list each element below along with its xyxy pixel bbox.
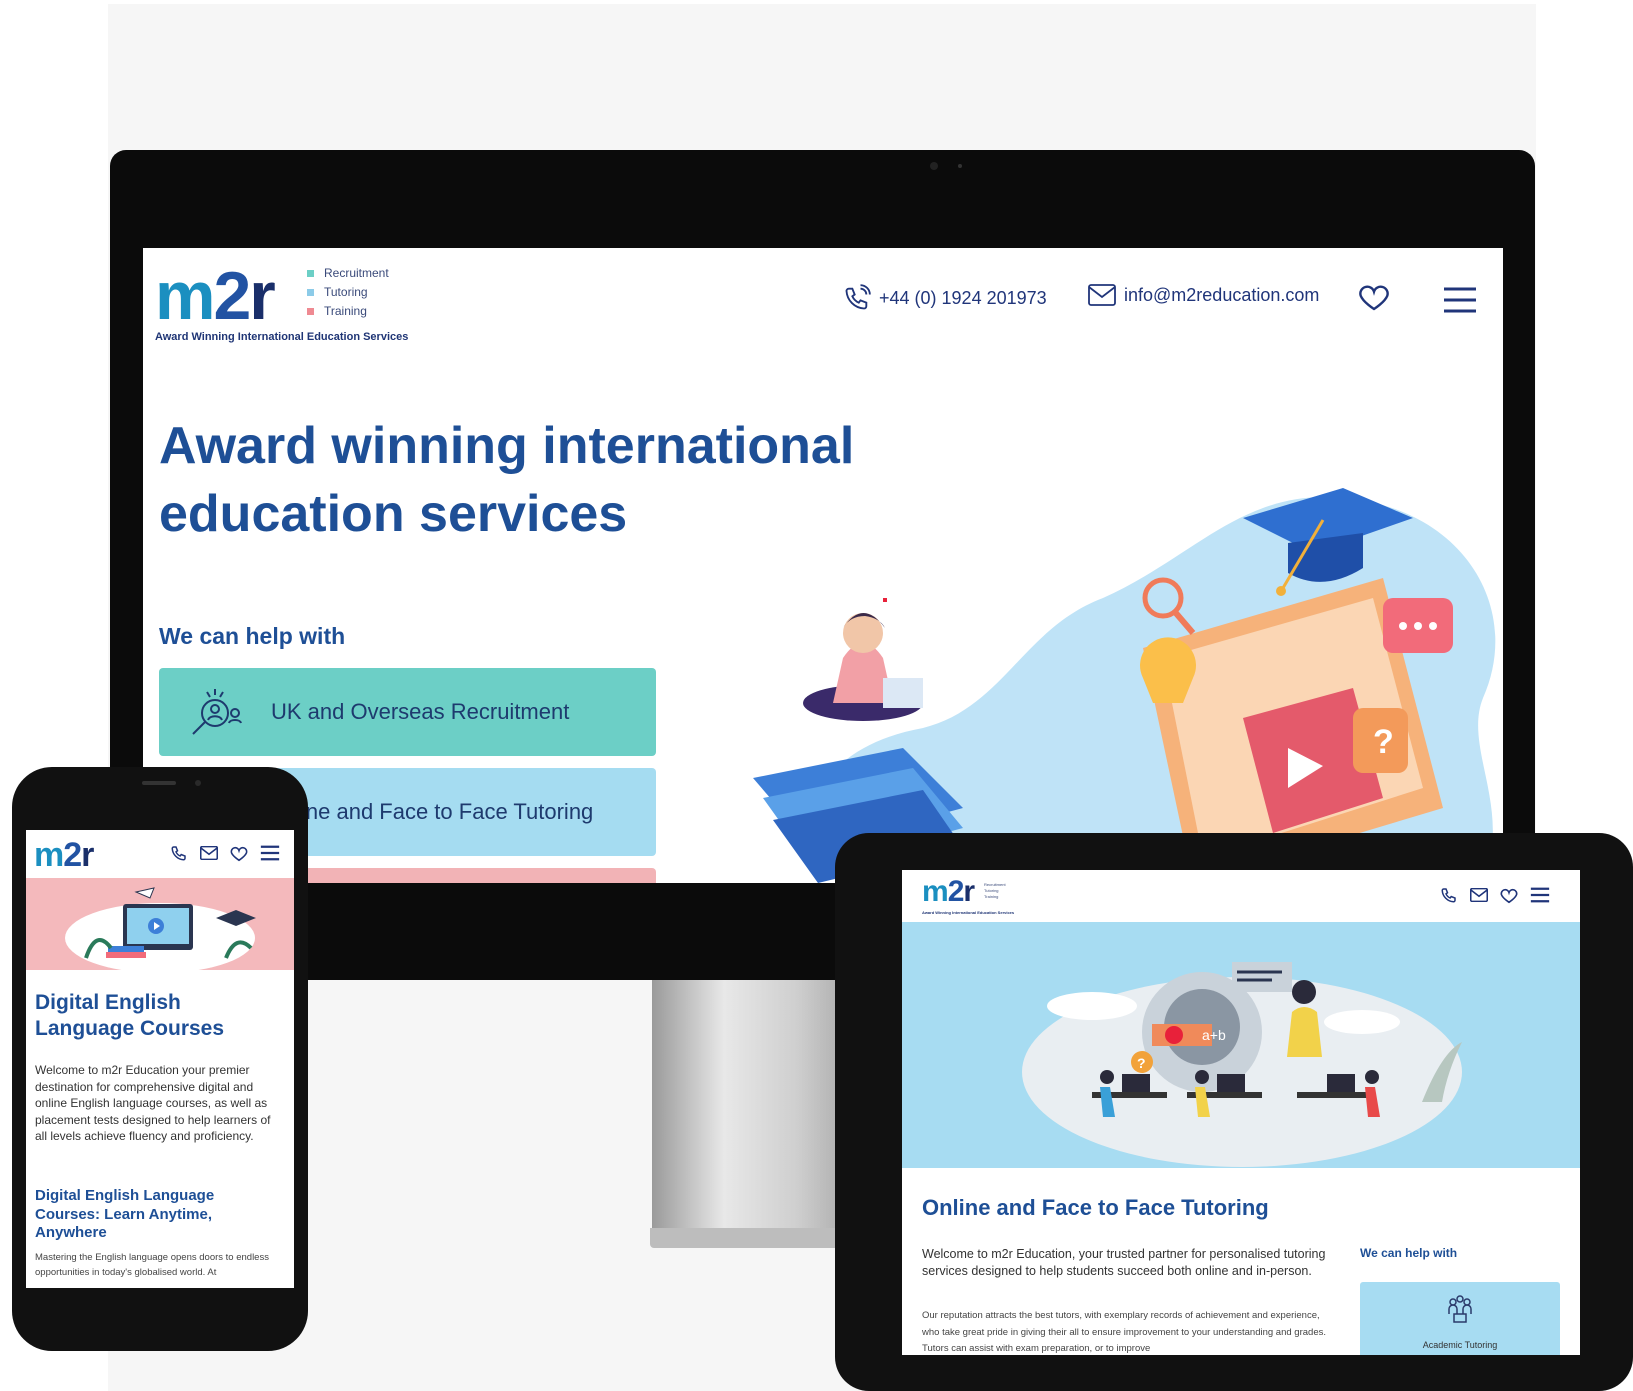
webcam [930,162,938,170]
tutoring-illustration: a+b ? [1022,962,1462,1167]
tagline-training: Training [324,304,367,318]
tablet-logo[interactable]: m2r Recruitment Tutoring Training Award … [922,875,1014,916]
header-phone-link[interactable]: +44 (0) 1924 201973 [843,284,1047,312]
phone-subtitle: Digital English Language Courses: Learn … [35,1187,215,1241]
svg-text:a+b: a+b [1202,1027,1226,1043]
svg-text:?: ? [1373,723,1394,761]
phone-intro-text: Welcome to m2r Education your premier de… [35,1063,271,1143]
service-recruitment-button[interactable]: UK and Overseas Recruitment [159,668,656,756]
tablet-page-title: Online and Face to Face Tutoring [922,1195,1269,1220]
tablet-body-text: Our reputation attracts the best tutors,… [922,1310,1326,1354]
phone-logo-m: m [34,836,64,874]
tag-bullet-teal [307,270,314,278]
academic-tutoring-label: Academic Tutoring [1422,1340,1498,1350]
group-tutoring-icon [1448,1295,1472,1323]
heart-icon[interactable] [230,845,248,862]
tablet-logo-wordmark: m2r [922,875,975,908]
tag-bullet-pink [307,308,314,316]
logo-r: r [249,258,276,334]
logo-wordmark: m2r [155,258,276,334]
service-recruitment-label: UK and Overseas Recruitment [271,699,570,724]
tablet-logo-m: m [922,875,949,908]
header-email-link[interactable]: info@m2reducation.com [1088,284,1319,306]
logo-2: 2 [213,258,251,334]
heart-icon[interactable] [1500,887,1518,904]
education-illustration: ? [753,488,1503,883]
service-tutoring-label: ine and Face to Face Tutoring [301,799,594,824]
tagline-tutoring: Tutoring [324,285,368,299]
phone-camera [195,780,201,786]
email-address: info@m2reducation.com [1124,284,1320,305]
tablet-logo-2: 2 [947,875,965,908]
tag-bullet-blue [307,289,314,297]
hamburger-menu-icon[interactable] [260,845,280,861]
tablet-tagline-training: Training [984,894,999,899]
heart-icon [1359,285,1389,311]
site-logo[interactable]: m2r Recruitment Tutoring Training Award … [155,258,455,343]
phone-screen: m2r Digital English Language Courses Wel… [26,830,294,1288]
phone-logo-2: 2 [63,836,82,874]
phone-banner [26,878,294,973]
phone-body-text: Mastering the English language opens doo… [35,1252,269,1278]
tablet-logo-taglines: Recruitment Tutoring Training [984,882,1006,900]
tablet-screen: m2r Recruitment Tutoring Training Award … [902,870,1580,1355]
tablet-header-icons [1440,886,1550,904]
desktop-screen: m2r Recruitment Tutoring Training Award … [143,248,1503,883]
phone-header-icons [170,844,280,862]
menu-button[interactable] [1443,286,1477,319]
tablet-logo-r: r [963,875,975,908]
academic-tutoring-card[interactable]: Academic Tutoring [1360,1282,1560,1355]
phone-icon[interactable] [170,844,188,862]
digital-courses-illustration [65,887,256,973]
phone-number: +44 (0) 1924 201973 [879,287,1047,308]
logo-m: m [155,258,215,334]
envelope-icon[interactable] [200,846,218,860]
envelope-icon[interactable] [1470,888,1488,902]
recruitment-search-icon [192,689,242,735]
hamburger-menu-icon [1444,287,1476,313]
favourites-button[interactable] [1358,282,1390,317]
phone-speaker [142,781,176,785]
svg-text:?: ? [1137,1055,1146,1071]
help-heading: We can help with [159,623,346,649]
tablet-hero: a+b ? [902,922,1580,1168]
tablet-logo-subline: Award Winning International Education Se… [922,910,1015,915]
phone-icon[interactable] [1440,886,1458,904]
tablet-help-heading: We can help with [1360,1246,1458,1260]
phone-page-title: Digital English Language Courses [35,991,225,1040]
phone-logo[interactable]: m2r [34,836,94,875]
tagline-recruitment: Recruitment [324,266,389,280]
logo-taglines: Recruitment Tutoring Training [307,264,389,321]
tablet-intro-text: Welcome to m2r Education, your trusted p… [922,1247,1326,1278]
webcam-sensor [958,164,962,168]
logo-subline: Award Winning International Education Se… [155,331,409,343]
envelope-icon [1088,284,1116,306]
phone-logo-r: r [81,836,94,874]
phone-icon [845,284,871,310]
hamburger-menu-icon[interactable] [1530,887,1550,903]
